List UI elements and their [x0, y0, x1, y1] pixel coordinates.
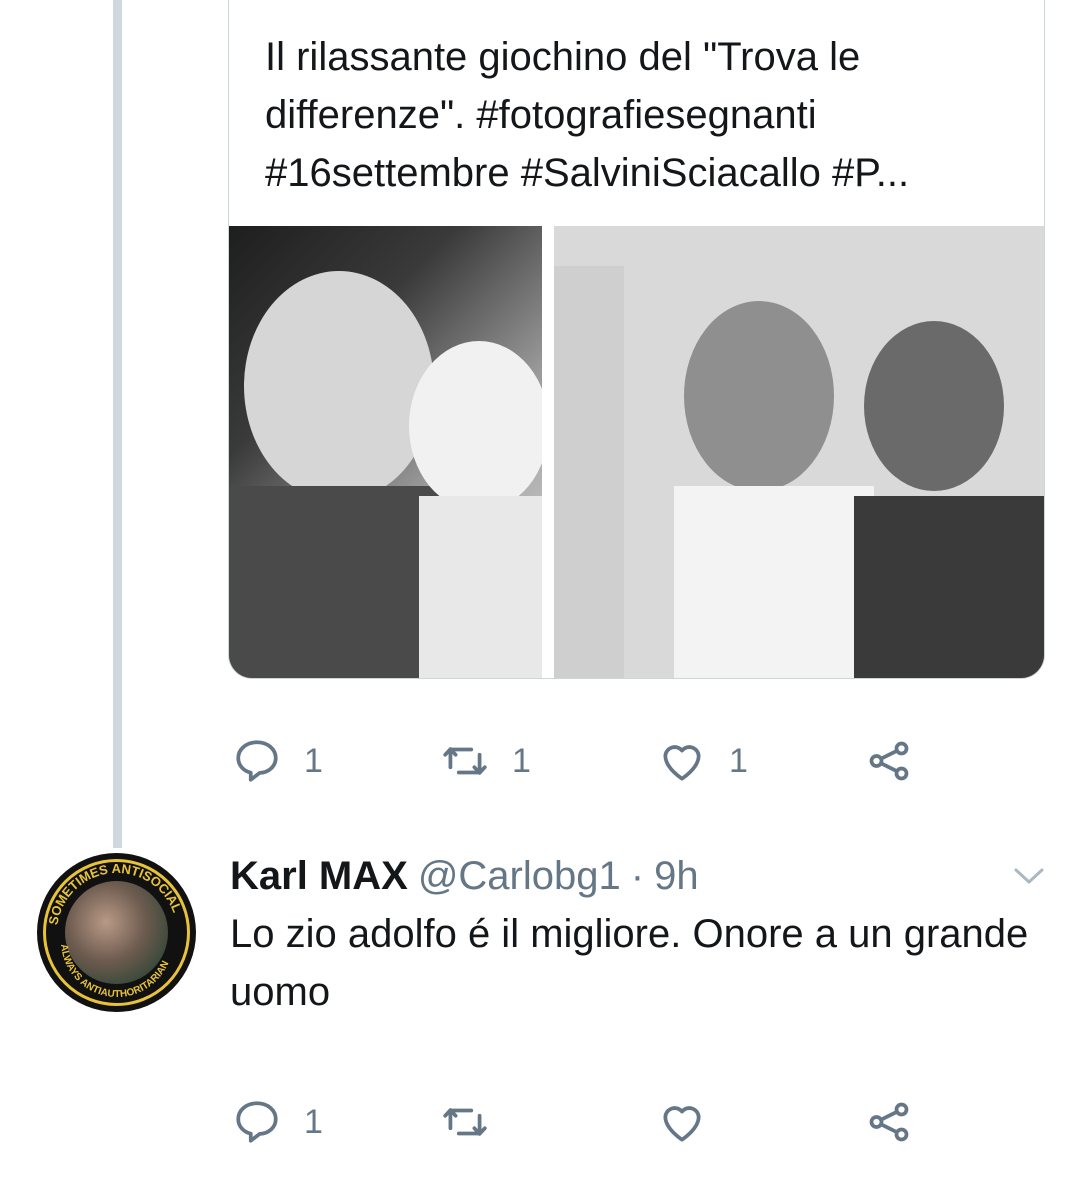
retweet-icon	[443, 747, 487, 775]
like-icon	[663, 745, 701, 781]
like-count: 1	[729, 741, 748, 780]
photo-left-shapes	[229, 271, 542, 678]
retweet-action[interactable]: 1	[440, 731, 531, 791]
quoted-tweet-text: Il rilassante giochino del "Trova le dif…	[265, 35, 910, 195]
timestamp[interactable]: 9h	[654, 854, 699, 898]
photo-right-shapes	[554, 226, 1044, 678]
avatar-text-top: SOMETIMES ANTISOCIAL	[46, 861, 185, 926]
reply-action[interactable]: 1	[232, 1092, 323, 1152]
like-icon	[663, 1106, 701, 1142]
user-handle[interactable]: @Carlobg1	[418, 854, 621, 898]
display-name[interactable]: Karl MAX	[230, 854, 408, 898]
reply-text: Lo zio adolfo é il migliore. Onore a un …	[230, 912, 1029, 1014]
reply-header: Karl MAX @Carlobg1 · 9h	[230, 852, 699, 900]
svg-text:ALWAYS ANTIAUTHORITARIAN: ALWAYS ANTIAUTHORITARIAN	[58, 943, 171, 1000]
retweet-count: 1	[512, 741, 531, 780]
share-icon	[869, 1102, 909, 1142]
reply-icon	[236, 740, 278, 782]
reply-count: 1	[304, 741, 323, 780]
photo-left[interactable]	[229, 226, 542, 678]
like-action[interactable]: 1	[657, 731, 748, 791]
reply-actions-bar: 1	[232, 1092, 932, 1152]
thread-line	[113, 0, 122, 848]
chevron-down-icon[interactable]	[1012, 862, 1046, 890]
retweet-action[interactable]	[440, 1092, 512, 1152]
avatar-badge-text: SOMETIMES ANTISOCIAL ALWAYS ANTIAUTHORIT…	[46, 861, 185, 1000]
like-action[interactable]	[657, 1092, 729, 1152]
separator: ·	[630, 854, 645, 898]
avatar[interactable]: SOMETIMES ANTISOCIAL ALWAYS ANTIAUTHORIT…	[37, 853, 196, 1012]
retweet-icon	[443, 1108, 487, 1136]
svg-text:SOMETIMES ANTISOCIAL: SOMETIMES ANTISOCIAL	[46, 861, 185, 926]
quoted-tweet-media[interactable]	[229, 226, 1044, 678]
quoted-actions-bar: 1 1 1	[232, 731, 932, 791]
reply-action[interactable]: 1	[232, 731, 323, 791]
share-action[interactable]	[864, 1092, 914, 1152]
share-icon	[869, 741, 909, 781]
avatar-text-bottom: ALWAYS ANTIAUTHORITARIAN	[58, 943, 171, 1000]
photo-right[interactable]	[554, 226, 1044, 678]
reply-count: 1	[304, 1102, 323, 1141]
share-action[interactable]	[864, 731, 914, 791]
reply-icon	[236, 1101, 278, 1143]
quoted-tweet-card[interactable]: Il rilassante giochino del "Trova le dif…	[228, 0, 1045, 679]
